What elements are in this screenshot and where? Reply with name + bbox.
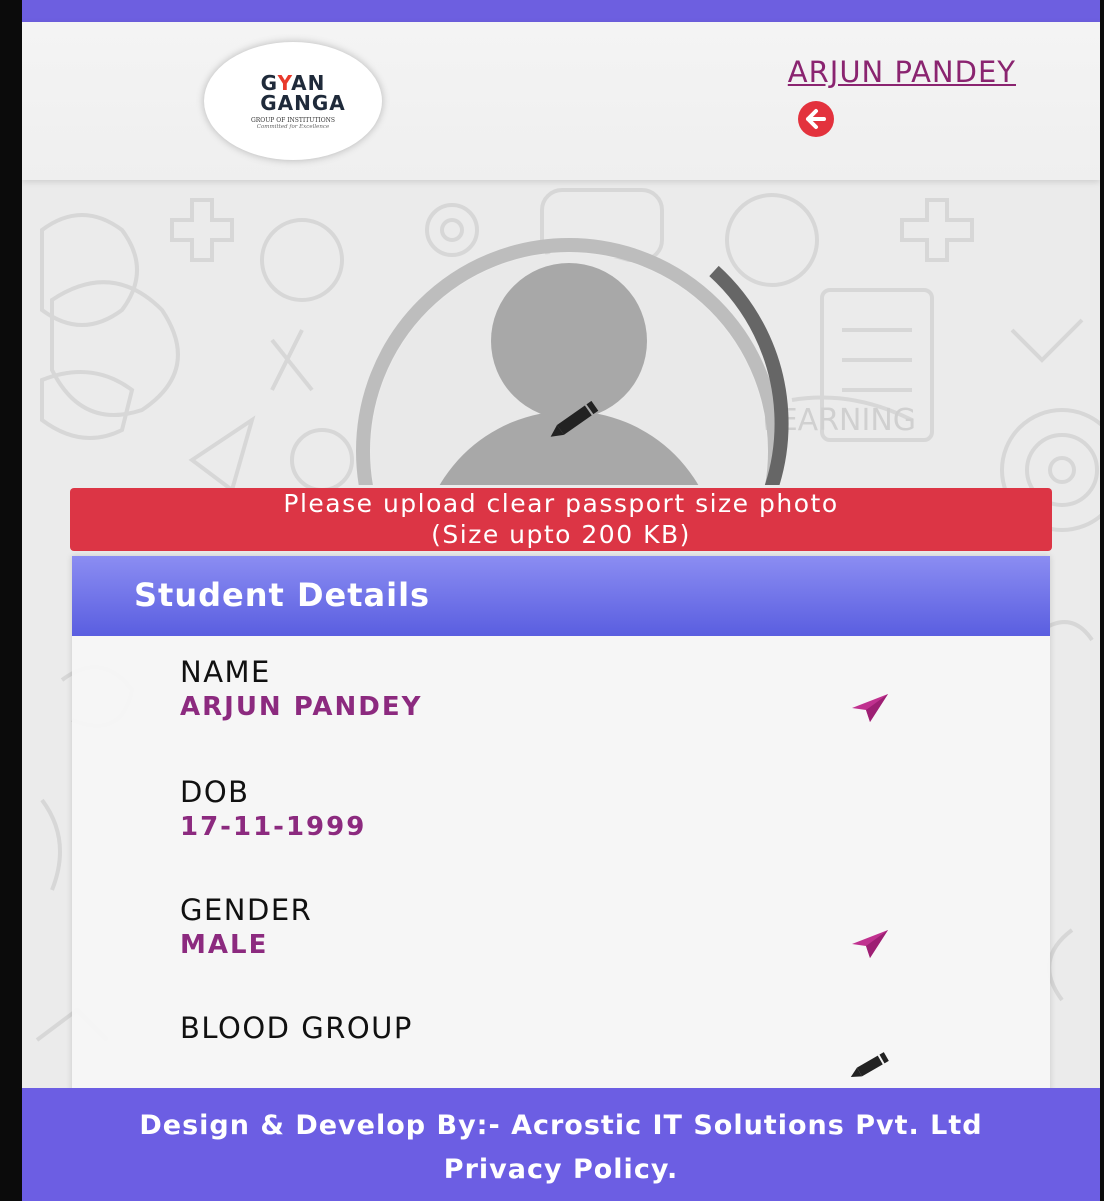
developer-credit: Design & Develop By:- Acrostic IT Soluti… bbox=[139, 1110, 983, 1141]
card-title: Student Details bbox=[72, 556, 1050, 636]
notice-line2: (Size upto 200 KB) bbox=[431, 520, 691, 549]
field-value: MALE bbox=[180, 930, 269, 960]
field-value: 17-11-1999 bbox=[180, 812, 367, 842]
field-label: DOB bbox=[180, 775, 250, 809]
logo-line3: GROUP OF INSTITUTIONS bbox=[250, 116, 336, 124]
gender-send-button[interactable] bbox=[850, 928, 890, 960]
student-details-card: Student Details NAME ARJUN PANDEY DOB 17… bbox=[72, 556, 1050, 1116]
field-label: NAME bbox=[180, 655, 271, 689]
pencil-icon bbox=[850, 1052, 889, 1077]
back-button[interactable] bbox=[798, 101, 834, 137]
logo-line2: GANGA bbox=[260, 90, 346, 115]
send-icon bbox=[852, 930, 888, 958]
field-label: BLOOD GROUP bbox=[180, 1011, 413, 1045]
field-blood-group: BLOOD GROUP bbox=[180, 1010, 413, 1046]
profile-photo[interactable] bbox=[349, 231, 789, 485]
logo-line1: GYAN bbox=[260, 70, 326, 95]
field-gender: GENDER MALE bbox=[180, 892, 312, 962]
app-header: GYAN GANGA GROUP OF INSTITUTIONS Committ… bbox=[22, 22, 1100, 180]
user-name-link[interactable]: ARJUN PANDEY bbox=[788, 55, 1016, 89]
field-dob: DOB 17-11-1999 bbox=[180, 774, 366, 844]
arrow-left-circle-icon bbox=[806, 109, 826, 129]
field-name: NAME ARJUN PANDEY bbox=[180, 654, 422, 724]
avatar-placeholder bbox=[356, 238, 789, 485]
privacy-policy-link[interactable]: Privacy Policy. bbox=[22, 1154, 1100, 1185]
send-icon bbox=[852, 694, 888, 722]
name-send-button[interactable] bbox=[850, 692, 890, 724]
photo-upload-notice: Please upload clear passport size photo … bbox=[70, 488, 1052, 551]
notice-line1: Please upload clear passport size photo bbox=[283, 489, 839, 518]
logo-tagline: Committed for Excellence bbox=[256, 123, 330, 130]
app-footer: Design & Develop By:- Acrostic IT Soluti… bbox=[22, 1088, 1100, 1201]
field-label: GENDER bbox=[180, 893, 313, 927]
top-accent-bar bbox=[22, 0, 1100, 22]
field-value: ARJUN PANDEY bbox=[180, 692, 423, 722]
app-screen: LEARNING GYAN GANGA GROUP OF INSTITUTION… bbox=[22, 0, 1100, 1201]
institution-logo: GYAN GANGA GROUP OF INSTITUTIONS Committ… bbox=[204, 42, 382, 160]
blood-group-edit-button[interactable] bbox=[850, 1050, 890, 1082]
